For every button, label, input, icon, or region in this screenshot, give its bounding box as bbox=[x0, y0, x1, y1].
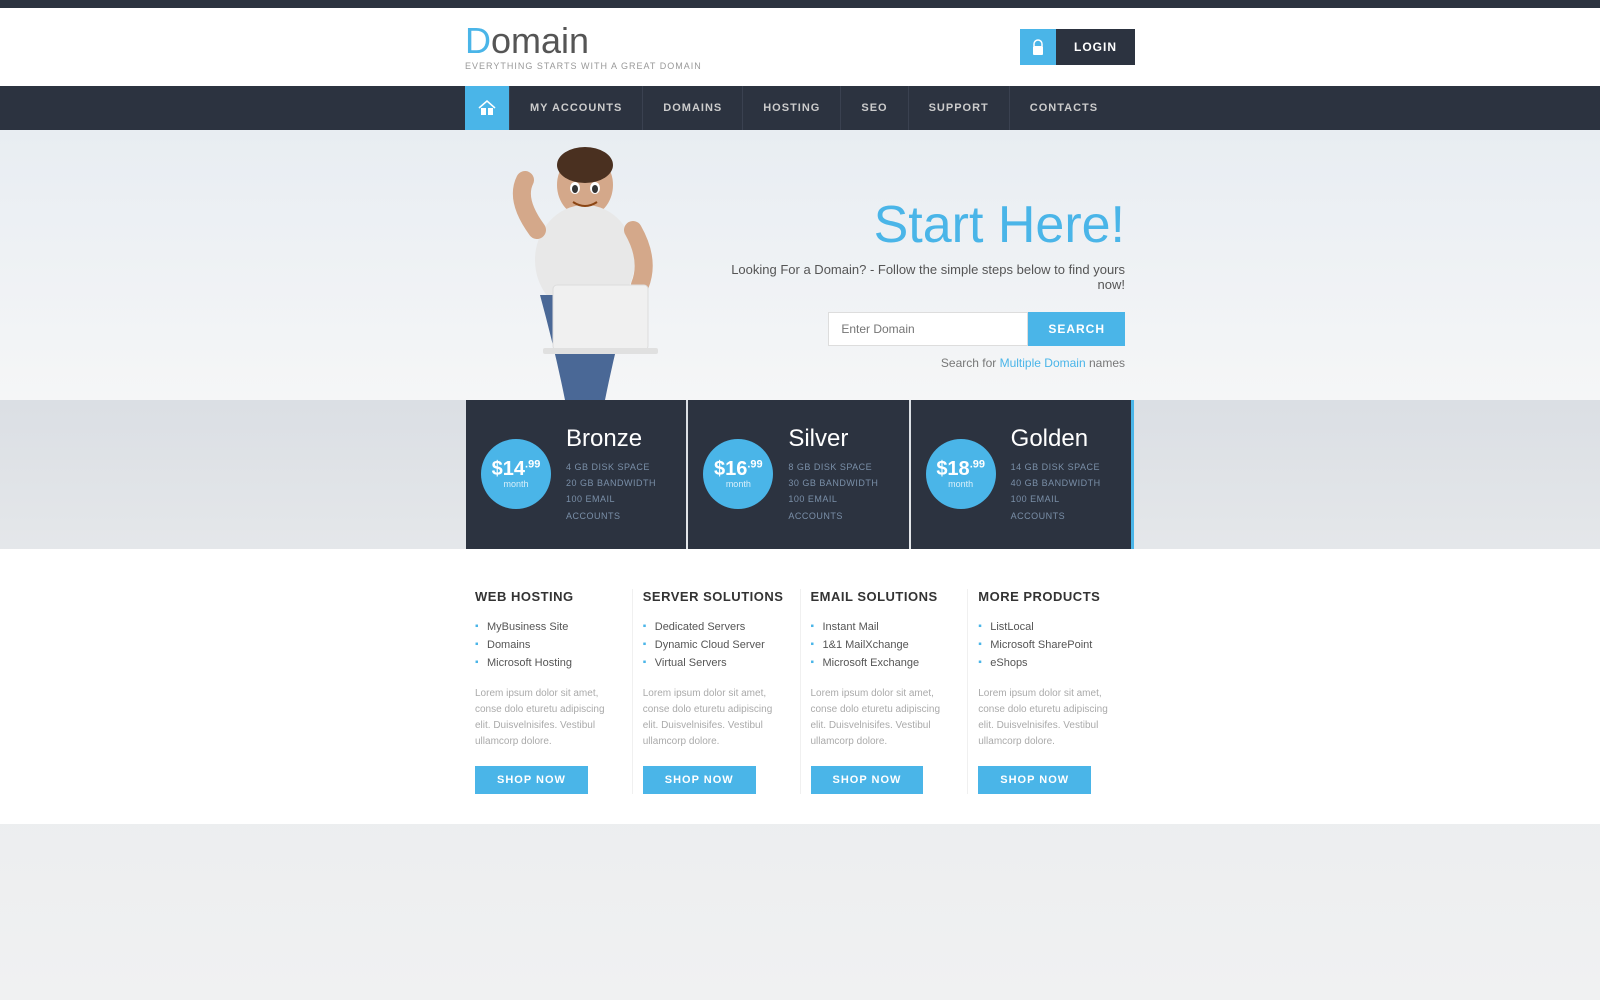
plan-feature-item: 40 GB BANDWIDTH bbox=[1011, 475, 1111, 491]
feature-list-item: eShops bbox=[978, 654, 1125, 672]
feature-list-item: Dedicated Servers bbox=[643, 618, 790, 636]
feature-list-item: Domains bbox=[475, 636, 622, 654]
feature-list-item: Dynamic Cloud Server bbox=[643, 636, 790, 654]
feature-col-2: EMAIL SOLUTIONS Instant Mail1&1 MailXcha… bbox=[800, 589, 968, 794]
plan-feature-item: 14 GB DISK SPACE bbox=[1011, 459, 1111, 475]
multi-domain-link[interactable]: Multiple Domain bbox=[1000, 356, 1086, 370]
feature-list-item: Microsoft Exchange bbox=[811, 654, 958, 672]
hero-subtitle: Looking For a Domain? - Follow the simpl… bbox=[725, 262, 1125, 292]
plan-features: 14 GB DISK SPACE40 GB BANDWIDTH100 EMAIL… bbox=[1011, 459, 1111, 524]
price-period: month bbox=[948, 479, 973, 489]
plan-feature-item: 20 GB BANDWIDTH bbox=[566, 475, 666, 491]
feature-desc: Lorem ipsum dolor sit amet, conse dolo e… bbox=[811, 686, 958, 750]
feature-list-item: 1&1 MailXchange bbox=[811, 636, 958, 654]
nav-item-hosting[interactable]: HOSTING bbox=[742, 86, 840, 130]
plan-features: 8 GB DISK SPACE30 GB BANDWIDTH100 EMAIL … bbox=[788, 459, 888, 524]
multi-domain-suffix: names bbox=[1086, 356, 1125, 370]
feature-list: Instant Mail1&1 MailXchangeMicrosoft Exc… bbox=[811, 618, 958, 672]
nav-item-domains[interactable]: DOMAINS bbox=[642, 86, 742, 130]
feature-col-3: MORE PRODUCTS ListLocalMicrosoft SharePo… bbox=[967, 589, 1135, 794]
plan-feature-item: 100 EMAIL ACCOUNTS bbox=[566, 491, 666, 523]
feature-title: MORE PRODUCTS bbox=[978, 589, 1125, 604]
feature-col-0: WEB HOSTING MyBusiness SiteDomainsMicros… bbox=[465, 589, 632, 794]
multi-domain-prefix: Search for bbox=[941, 356, 1000, 370]
logo-rest: omain bbox=[491, 20, 589, 61]
price-card-bronze: $14.99 month Bronze 4 GB DISK SPACE20 GB… bbox=[466, 400, 686, 549]
feature-list: MyBusiness SiteDomainsMicrosoft Hosting bbox=[475, 618, 622, 672]
nav-item-contacts[interactable]: CONTACTS bbox=[1009, 86, 1118, 130]
feature-desc: Lorem ipsum dolor sit amet, conse dolo e… bbox=[475, 686, 622, 750]
login-button[interactable]: LOGIN bbox=[1056, 29, 1135, 65]
feature-list-item: Instant Mail bbox=[811, 618, 958, 636]
hero-person-image bbox=[465, 130, 705, 400]
plan-feature-item: 100 EMAIL ACCOUNTS bbox=[1011, 491, 1111, 523]
domain-search-row: SEARCH bbox=[725, 312, 1125, 346]
shop-now-button[interactable]: SHOP NOW bbox=[643, 766, 756, 794]
plan-features: 4 GB DISK SPACE20 GB BANDWIDTH100 EMAIL … bbox=[566, 459, 666, 524]
feature-title: EMAIL SOLUTIONS bbox=[811, 589, 958, 604]
search-button[interactable]: SEARCH bbox=[1028, 312, 1125, 346]
login-area: LOGIN bbox=[1020, 29, 1135, 65]
feature-desc: Lorem ipsum dolor sit amet, conse dolo e… bbox=[978, 686, 1125, 750]
feature-title: SERVER SOLUTIONS bbox=[643, 589, 790, 604]
hero-section: Start Here! Looking For a Domain? - Foll… bbox=[0, 130, 1600, 400]
price-circle-silver: $16.99 month bbox=[703, 439, 773, 509]
feature-col-1: SERVER SOLUTIONS Dedicated ServersDynami… bbox=[632, 589, 800, 794]
shop-now-button[interactable]: SHOP NOW bbox=[978, 766, 1091, 794]
top-bar bbox=[0, 0, 1600, 8]
header: Domain EVERYTHING STARTS WITH A GREAT DO… bbox=[0, 8, 1600, 86]
price-card-silver: $16.99 month Silver 8 GB DISK SPACE30 GB… bbox=[688, 400, 908, 549]
logo-d: D bbox=[465, 20, 491, 61]
lock-icon bbox=[1020, 29, 1056, 65]
plan-feature-item: 8 GB DISK SPACE bbox=[788, 459, 888, 475]
feature-list-item: ListLocal bbox=[978, 618, 1125, 636]
plan-name: Golden bbox=[1011, 425, 1111, 453]
feature-list-item: Microsoft Hosting bbox=[475, 654, 622, 672]
plan-name: Bronze bbox=[566, 425, 666, 453]
logo-tagline: EVERYTHING STARTS WITH A GREAT DOMAIN bbox=[465, 61, 702, 71]
pricing-section: $14.99 month Bronze 4 GB DISK SPACE20 GB… bbox=[0, 400, 1600, 549]
feature-title: WEB HOSTING bbox=[475, 589, 622, 604]
nav-item-support[interactable]: SUPPORT bbox=[908, 86, 1009, 130]
price-amount: $18.99 bbox=[936, 459, 985, 479]
plan-feature-item: 100 EMAIL ACCOUNTS bbox=[788, 491, 888, 523]
feature-desc: Lorem ipsum dolor sit amet, conse dolo e… bbox=[643, 686, 790, 750]
features-section: WEB HOSTING MyBusiness SiteDomainsMicros… bbox=[0, 549, 1600, 824]
plan-feature-item: 30 GB BANDWIDTH bbox=[788, 475, 888, 491]
shop-now-button[interactable]: SHOP NOW bbox=[475, 766, 588, 794]
multi-domain-text: Search for Multiple Domain names bbox=[725, 356, 1125, 370]
domain-input[interactable] bbox=[828, 312, 1028, 346]
plan-feature-item: 4 GB DISK SPACE bbox=[566, 459, 666, 475]
hero-content: Start Here! Looking For a Domain? - Foll… bbox=[705, 167, 1135, 400]
nav-home-button[interactable] bbox=[465, 86, 509, 130]
hero-title: Start Here! bbox=[725, 197, 1125, 254]
price-amount: $16.99 bbox=[714, 459, 763, 479]
plan-name: Silver bbox=[788, 425, 888, 453]
feature-list-item: Microsoft SharePoint bbox=[978, 636, 1125, 654]
price-circle-golden: $18.99 month bbox=[926, 439, 996, 509]
feature-list-item: Virtual Servers bbox=[643, 654, 790, 672]
feature-list: Dedicated ServersDynamic Cloud ServerVir… bbox=[643, 618, 790, 672]
price-card-golden: $18.99 month Golden 14 GB DISK SPACE40 G… bbox=[911, 400, 1134, 549]
price-amount: $14.99 bbox=[492, 459, 541, 479]
nav-item-seo[interactable]: SEO bbox=[840, 86, 907, 130]
price-period: month bbox=[726, 479, 751, 489]
feature-list: ListLocalMicrosoft SharePointeShops bbox=[978, 618, 1125, 672]
price-period: month bbox=[503, 479, 528, 489]
nav-item-my-accounts[interactable]: MY ACCOUNTS bbox=[509, 86, 642, 130]
nav-bar: MY ACCOUNTS DOMAINS HOSTING SEO SUPPORT … bbox=[0, 86, 1600, 130]
shop-now-button[interactable]: SHOP NOW bbox=[811, 766, 924, 794]
logo: Domain EVERYTHING STARTS WITH A GREAT DO… bbox=[465, 23, 702, 71]
logo-text: Domain bbox=[465, 23, 702, 59]
price-circle-bronze: $14.99 month bbox=[481, 439, 551, 509]
feature-list-item: MyBusiness Site bbox=[475, 618, 622, 636]
